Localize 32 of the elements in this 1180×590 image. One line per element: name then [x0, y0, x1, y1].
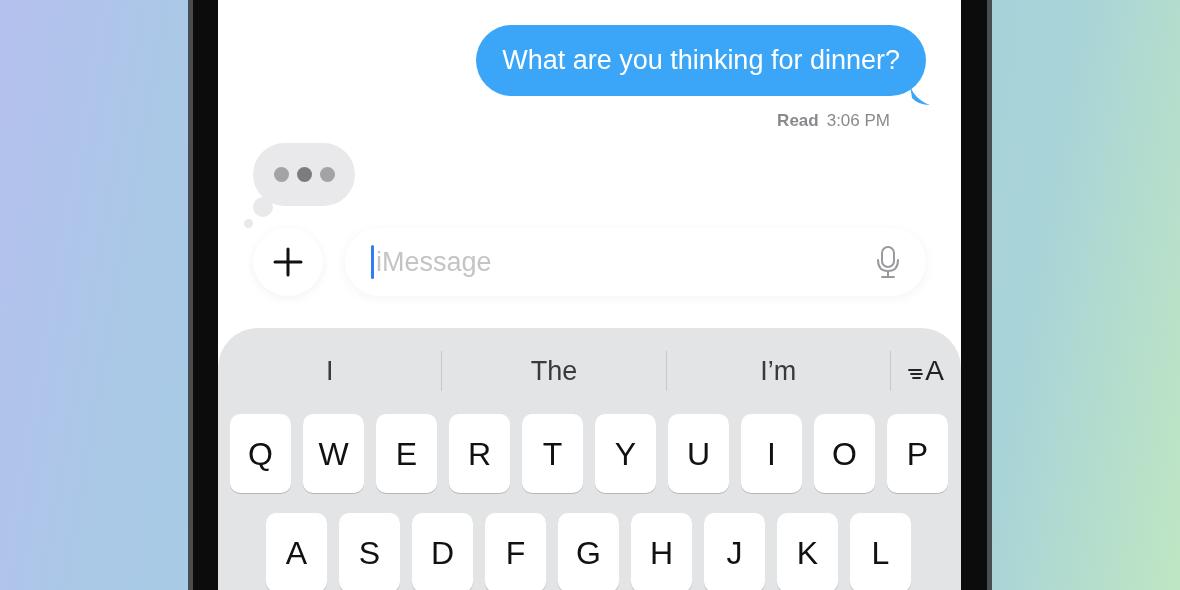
keyboard-key[interactable]: O [814, 414, 875, 493]
read-status: Read [777, 109, 819, 132]
keyboard-key[interactable]: H [631, 513, 692, 590]
keyboard-key[interactable]: Q [230, 414, 291, 493]
typing-dot [319, 167, 335, 182]
keyboard-key[interactable]: D [412, 513, 473, 590]
keyboard-key[interactable]: R [449, 414, 510, 493]
typing-dot [296, 167, 312, 182]
plus-icon [273, 247, 303, 277]
keyboard-key[interactable]: W [303, 414, 364, 493]
keyboard-key[interactable]: K [777, 513, 838, 590]
keyboard-key[interactable]: U [668, 414, 729, 493]
keyboard-key[interactable]: T [522, 414, 583, 493]
keyboard-key[interactable]: I [741, 414, 802, 493]
keyboard-key[interactable]: S [339, 513, 400, 590]
message-input-field[interactable]: iMessage [374, 240, 876, 284]
keyboard-key[interactable]: L [850, 513, 911, 590]
microphone-icon[interactable] [876, 245, 900, 279]
keyboard-key[interactable]: G [558, 513, 619, 590]
suggestion[interactable]: I’m [666, 350, 890, 392]
timestamp: 3:06 PM [826, 109, 890, 132]
typing-dot [273, 167, 289, 182]
text-format-button[interactable]: A [891, 350, 961, 392]
keyboard-key[interactable]: F [485, 513, 546, 590]
keyboard-key[interactable]: P [887, 414, 948, 493]
suggestion[interactable]: The [442, 350, 666, 392]
keyboard-key[interactable]: J [704, 513, 765, 590]
lines-icon [908, 367, 925, 381]
keyboard-key[interactable]: E [376, 414, 437, 493]
keyboard-key[interactable]: Y [595, 414, 656, 493]
suggestion[interactable]: I [218, 350, 442, 392]
keyboard-key[interactable]: A [266, 513, 327, 590]
